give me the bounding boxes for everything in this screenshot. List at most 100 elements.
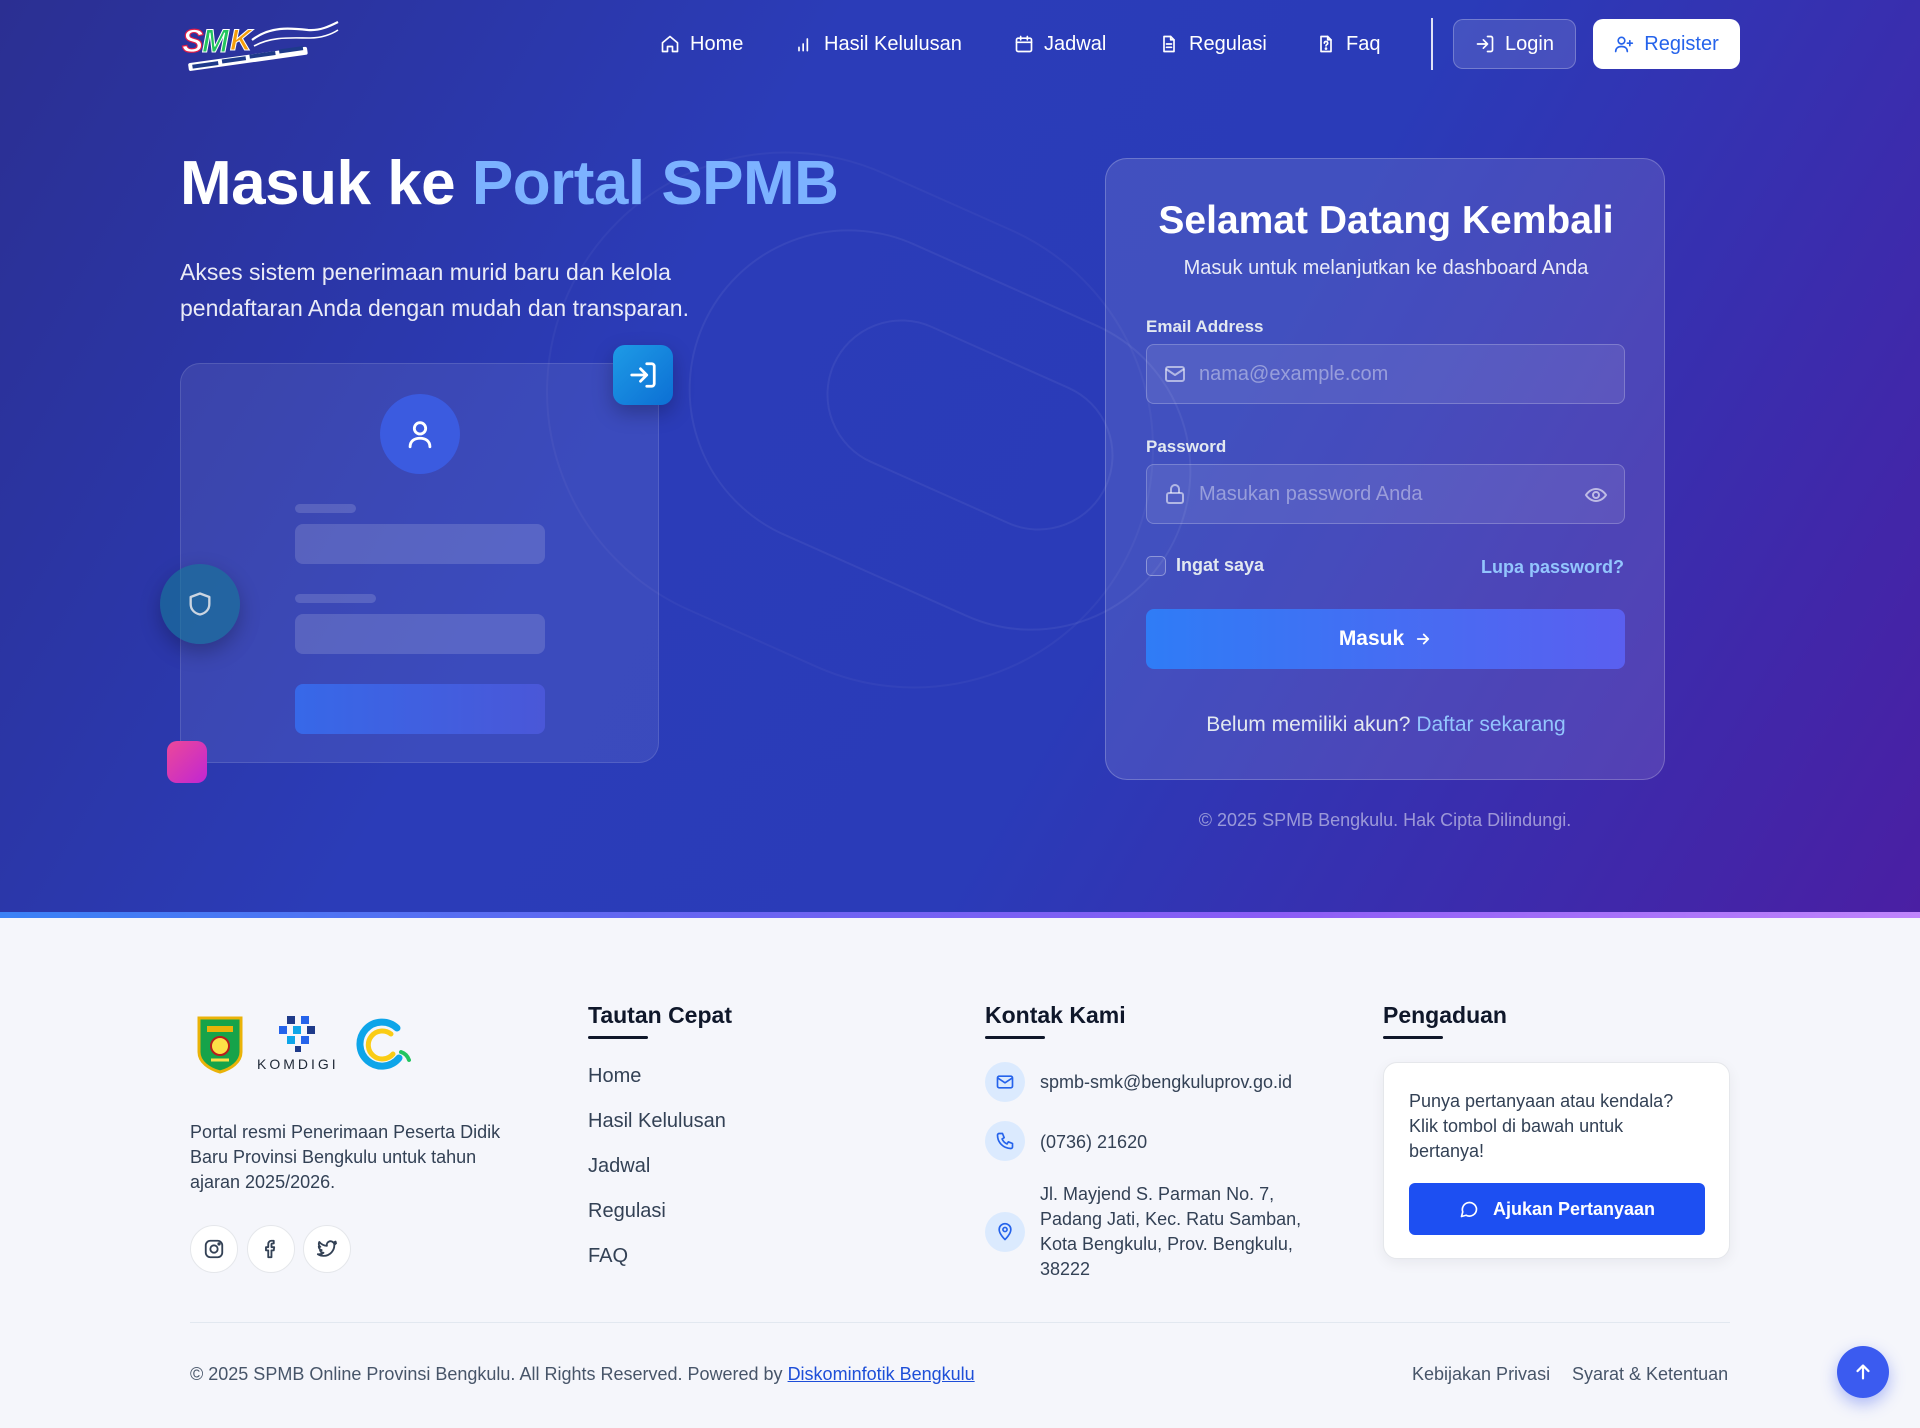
diskominfotik-logo <box>351 1014 411 1074</box>
login-icon <box>1476 35 1494 53</box>
email-field[interactable] <box>1199 362 1579 386</box>
nav-divider <box>1431 18 1433 70</box>
bar-chart-icon <box>798 38 809 52</box>
user-plus-icon <box>1615 36 1634 53</box>
nav-jadwal[interactable]: Jadwal <box>1014 28 1106 60</box>
bengkulu-province-logo <box>195 1014 245 1074</box>
register-now-link[interactable]: Daftar sekarang <box>1416 713 1565 736</box>
nav-faq[interactable]: Faq <box>1316 28 1380 60</box>
register-button-label: Register <box>1644 32 1719 55</box>
register-prompt: Belum memiliki akun? Daftar sekarang <box>1106 713 1666 737</box>
arrow-up-icon <box>1856 1364 1870 1380</box>
phone-icon <box>996 1132 1014 1150</box>
submit-login-button[interactable]: Masuk <box>1146 609 1625 669</box>
floating-shield-badge <box>160 564 240 644</box>
illustration-input-bar <box>295 524 545 564</box>
nav-home[interactable]: Home <box>660 28 743 60</box>
floating-pink-square <box>167 741 207 783</box>
footer-copyright-text: © 2025 SPMB Online Provinsi Bengkulu. Al… <box>190 1364 788 1384</box>
login-form-card: Selamat Datang Kembali Masuk untuk melan… <box>1105 158 1665 780</box>
footer-copyright: © 2025 SPMB Online Provinsi Bengkulu. Al… <box>190 1364 975 1385</box>
password-label: Password <box>1146 437 1227 456</box>
hero-title-accent: Portal SPMB <box>471 149 839 218</box>
hero-copyright: © 2025 SPMB Bengkulu. Hak Cipta Dilindun… <box>1198 810 1572 830</box>
nav-regulasi[interactable]: Regulasi <box>1159 28 1267 60</box>
footer-link-regulasi[interactable]: Regulasi <box>588 1200 666 1223</box>
submit-login-label: Masuk <box>1338 627 1405 650</box>
lock-icon <box>1166 484 1184 504</box>
contact-phone-badge <box>985 1121 1025 1161</box>
footer-link-home[interactable]: Home <box>588 1065 641 1088</box>
partner-logos: KOMDIGI <box>195 1014 411 1074</box>
hero-description: Akses sistem penerimaan murid baru dan k… <box>180 259 689 321</box>
quick-links-title: Tautan Cepat <box>588 1002 732 1039</box>
facebook-link[interactable] <box>247 1225 295 1273</box>
document-icon <box>1163 35 1175 53</box>
contact-email[interactable]: spmb-smk@bengkuluprov.go.id <box>1040 1070 1292 1095</box>
login-form-title: Selamat Datang Kembali <box>1158 199 1614 242</box>
user-icon <box>408 421 432 449</box>
footer-link-jadwal[interactable]: Jadwal <box>588 1155 650 1178</box>
twitter-link[interactable] <box>303 1225 351 1273</box>
terms-link[interactable]: Syarat & Ketentuan <box>1572 1364 1728 1385</box>
footer-about-text: Portal resmi Penerimaan Peserta Didik Ba… <box>190 1122 501 1192</box>
contact-phone[interactable]: (0736) 21620 <box>1040 1130 1147 1155</box>
hero-title: Masuk ke Portal SPMB <box>180 148 839 219</box>
floating-login-badge <box>613 345 673 405</box>
illustration-label-bar <box>295 504 356 513</box>
email-label: Email Address <box>1146 317 1264 336</box>
nav-hasil-kelulusan-label: Hasil Kelulusan <box>824 32 962 55</box>
login-button[interactable]: Login <box>1453 19 1576 69</box>
remember-checkbox[interactable] <box>1146 555 1166 576</box>
email-field-wrapper <box>1146 344 1625 404</box>
powered-by-link[interactable]: Diskominfotik Bengkulu <box>788 1364 975 1384</box>
nav-home-label: Home <box>690 32 744 55</box>
remember-label: Ingat saya <box>1176 555 1265 575</box>
privacy-policy-link[interactable]: Kebijakan Privasi <box>1412 1364 1550 1385</box>
smk-logo[interactable]: S M K <box>180 16 342 72</box>
hero-title-prefix: Masuk ke <box>180 149 472 218</box>
top-navigation: S M K Home Hasil Kelulusan Jadwal Regula… <box>0 0 1920 88</box>
illustration-button-bar <box>295 684 545 734</box>
komdigi-label: KOMDIGI <box>257 1056 339 1072</box>
komdigi-logo: KOMDIGI <box>257 1014 339 1072</box>
forgot-password-link[interactable]: Lupa password? <box>1481 557 1624 578</box>
illustration-user-avatar <box>380 394 460 474</box>
ask-question-button[interactable]: Ajukan Pertanyaan <box>1409 1183 1705 1235</box>
nav-hasil-kelulusan[interactable]: Hasil Kelulusan <box>794 28 962 60</box>
login-button-label: Login <box>1505 32 1554 55</box>
complaint-text: Punya pertanyaan atau kendala? Klik tomb… <box>1409 1091 1674 1161</box>
arrow-right-icon <box>1417 633 1430 645</box>
calendar-icon <box>1015 35 1033 53</box>
footer-link-faq[interactable]: FAQ <box>588 1245 628 1268</box>
login-form-subtitle: Masuk untuk melanjutkan ke dashboard And… <box>1183 257 1589 279</box>
register-button[interactable]: Register <box>1593 19 1740 69</box>
footer-link-hasil-kelulusan[interactable]: Hasil Kelulusan <box>588 1110 726 1133</box>
footer-divider <box>190 1322 1730 1323</box>
svg-text:K: K <box>230 24 254 57</box>
complaint-title: Pengaduan <box>1383 1002 1507 1039</box>
svg-text:S: S <box>182 23 204 59</box>
chat-bubble-icon <box>1460 1201 1478 1218</box>
home-icon <box>661 35 679 53</box>
mail-icon <box>1165 366 1185 382</box>
instagram-link[interactable] <box>190 1225 238 1273</box>
contact-title: Kontak Kami <box>985 1002 1126 1039</box>
illustration-input-bar <box>295 614 545 654</box>
instagram-icon <box>204 1239 224 1259</box>
contact-address: Jl. Mayjend S. Parman No. 7, Padang Jati… <box>1040 1184 1302 1279</box>
twitter-icon <box>316 1240 338 1257</box>
hero-section: S M K Home Hasil Kelulusan Jadwal Regula… <box>0 0 1920 912</box>
remember-me[interactable]: Ingat saya <box>1146 555 1264 576</box>
eye-icon[interactable] <box>1584 483 1608 507</box>
nav-jadwal-label: Jadwal <box>1044 32 1107 55</box>
illustration-label-bar <box>295 594 376 603</box>
nav-regulasi-label: Regulasi <box>1189 32 1267 55</box>
contact-address-badge <box>985 1212 1025 1252</box>
password-field-wrapper <box>1146 464 1625 524</box>
nav-faq-label: Faq <box>1346 32 1381 55</box>
scroll-to-top-button[interactable] <box>1837 1346 1889 1398</box>
password-field[interactable] <box>1199 482 1579 506</box>
shield-icon <box>189 592 211 616</box>
no-account-text: Belum memiliki akun? <box>1206 713 1417 736</box>
